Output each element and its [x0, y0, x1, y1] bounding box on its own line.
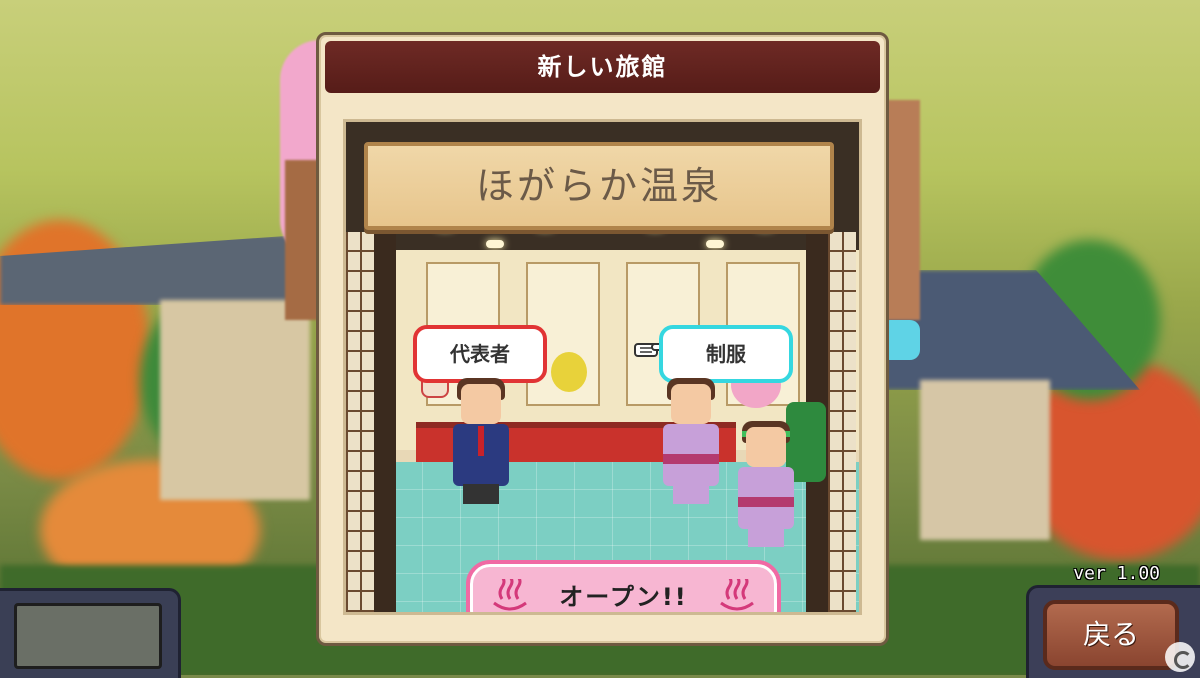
back-button[interactable]: 戻る: [1043, 600, 1179, 670]
staff-character-1: [661, 378, 721, 506]
inn-preview-scene: ほがらか温泉 代表者 制服 オープン!!: [343, 119, 862, 615]
inn-name: ほがらか温泉: [475, 164, 722, 208]
info-screen[interactable]: [14, 603, 162, 669]
staff-character-2: [736, 421, 796, 549]
onsen-icon: [720, 579, 754, 611]
dialog-title: 新しい旅館: [325, 41, 880, 93]
version-label: ver 1.00: [1073, 563, 1160, 584]
inn-signboard: ほがらか温泉: [364, 142, 834, 230]
gamer-watermark-icon: [1165, 642, 1195, 672]
back-panel: 戻る: [1026, 585, 1200, 678]
open-button[interactable]: オープン!!: [466, 560, 781, 612]
uniform-button[interactable]: 制服: [659, 325, 793, 383]
info-panel: [0, 588, 181, 678]
representative-character: [451, 378, 511, 506]
representative-button[interactable]: 代表者: [413, 325, 547, 383]
new-inn-dialog: 新しい旅館 ほがらか温泉 代表者 制服 オープン!!: [316, 32, 889, 646]
